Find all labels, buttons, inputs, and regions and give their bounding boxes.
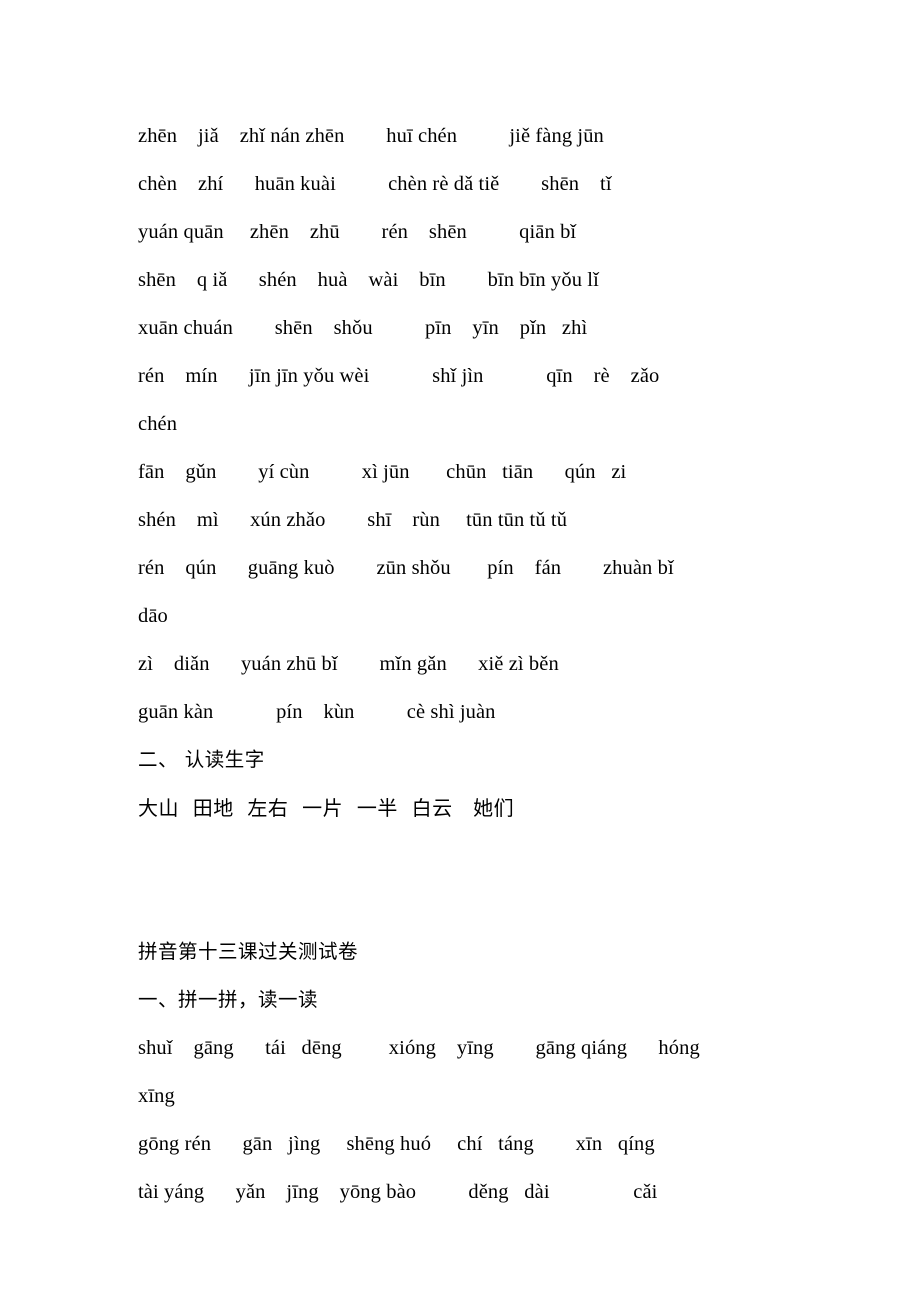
text-line: chén (138, 413, 178, 435)
document-body: zhēn jiǎ zhǐ nán zhēn huī chén jiě fàng … (138, 112, 790, 1216)
text-line: xīng (138, 1085, 175, 1107)
text-line: zhēn jiǎ zhǐ nán zhēn huī chén jiě fàng … (138, 125, 604, 147)
section-heading-one: 一、拼一拼，读一读 (138, 988, 319, 1011)
text-line: guān kàn pín kùn cè shì juàn (138, 701, 496, 723)
text-line: zì diǎn yuán zhū bǐ mǐn gǎn xiě zì běn (138, 653, 559, 675)
worksheet-title: 拼音第十三课过关测试卷 (138, 940, 359, 963)
recognition-characters-line: 大山 田地 左右 一片 一半 白云 她们 (138, 796, 515, 820)
text-line: rén qún guāng kuò zūn shǒu pín fán zhuàn… (138, 557, 674, 579)
text-line: tài yáng yǎn jīng yōng bào děng dài cǎi (138, 1181, 658, 1203)
text-line: chèn zhí huān kuài chèn rè dǎ tiě shēn t… (138, 173, 612, 195)
section-heading-two: 二、 认读生字 (138, 748, 265, 771)
text-line: dāo (138, 605, 168, 627)
text-line: xuān chuán shēn shǒu pīn yīn pǐn zhì (138, 317, 588, 339)
text-line: shēn q iǎ shén huà wài bīn bīn bīn yǒu l… (138, 269, 599, 291)
text-line: shén mì xún zhǎo shī rùn tūn tūn tǔ tǔ (138, 509, 568, 531)
document-page: zhēn jiǎ zhǐ nán zhēn huī chén jiě fàng … (0, 0, 920, 1302)
text-line: yuán quān zhēn zhū rén shēn qiān bǐ (138, 221, 577, 243)
text-line: fān gǔn yí cùn xì jūn chūn tiān qún zi (138, 461, 627, 483)
text-line: shuǐ gāng tái dēng xióng yīng gāng qiáng… (138, 1037, 700, 1059)
text-line: rén mín jīn jīn yǒu wèi shǐ jìn qīn rè z… (138, 365, 660, 387)
text-line: gōng rén gān jìng shēng huó chí táng xīn… (138, 1133, 655, 1155)
